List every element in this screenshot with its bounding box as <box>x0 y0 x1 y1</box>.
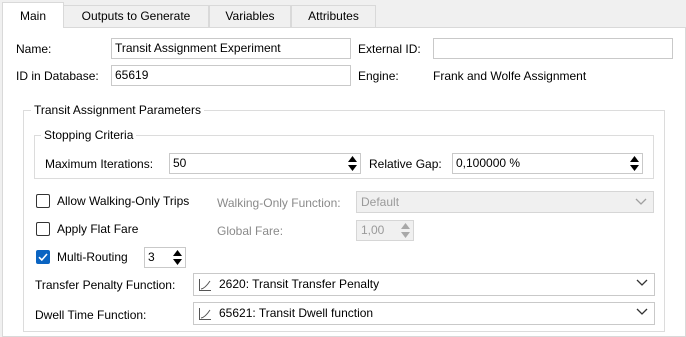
transfer-penalty-value: 2620: Transit Transfer Penalty <box>219 277 380 291</box>
tab-label: Variables <box>225 9 275 23</box>
external-id-field[interactable] <box>433 38 673 59</box>
dwell-time-label: Dwell Time Function: <box>35 308 147 322</box>
walking-only-checkbox[interactable] <box>36 194 50 208</box>
dwell-time-value: 65621: Transit Dwell function <box>219 306 374 320</box>
flat-fare-label: Apply Flat Fare <box>57 222 139 236</box>
tab-label: Outputs to Generate <box>81 9 191 23</box>
function-curve-icon <box>199 308 211 320</box>
name-label: Name: <box>16 42 52 56</box>
tab-outputs-to-generate[interactable]: Outputs to Generate <box>63 5 209 27</box>
transfer-penalty-label: Transfer Penalty Function: <box>35 278 176 292</box>
max-iterations-field[interactable]: 50 <box>169 153 361 174</box>
relative-gap-label: Relative Gap: <box>369 157 442 171</box>
max-iterations-spinner[interactable] <box>347 155 358 172</box>
chevron-down-icon <box>636 279 648 286</box>
chevron-down-icon <box>635 198 647 205</box>
engine-value: Frank and Wolfe Assignment <box>433 69 587 83</box>
walking-function-select[interactable]: Default <box>356 191 654 213</box>
walking-only-label: Allow Walking-Only Trips <box>57 194 190 208</box>
external-id-label: External ID: <box>358 42 421 56</box>
tab-bar: Outputs to Generate Variables Attributes… <box>0 0 686 28</box>
relative-gap-field[interactable]: 0,100000 % <box>452 153 643 174</box>
relative-gap-spinner[interactable] <box>629 155 640 172</box>
tab-main[interactable]: Main <box>2 2 64 28</box>
global-fare-label: Global Fare: <box>217 224 284 238</box>
walking-function-label: Walking-Only Function: <box>217 196 341 210</box>
tab-variables[interactable]: Variables <box>209 5 291 27</box>
dwell-time-select[interactable]: 65621: Transit Dwell function <box>193 302 655 325</box>
tab-label: Attributes <box>308 9 359 23</box>
transfer-penalty-select[interactable]: 2620: Transit Transfer Penalty <box>193 273 655 296</box>
global-fare-spinner[interactable] <box>400 222 411 239</box>
tab-label: Main <box>19 9 46 23</box>
name-field[interactable]: Transit Assignment Experiment <box>111 38 351 59</box>
tab-attributes[interactable]: Attributes <box>291 5 376 27</box>
engine-label: Engine: <box>358 69 399 83</box>
stopping-criteria-title: Stopping Criteria <box>41 127 137 143</box>
db-id-field: 65619 <box>111 65 351 86</box>
walking-function-value: Default <box>361 195 400 209</box>
function-curve-icon <box>199 279 211 291</box>
db-id-label: ID in Database: <box>16 69 99 83</box>
max-iterations-label: Maximum Iterations: <box>45 157 154 171</box>
transit-params-title: Transit Assignment Parameters <box>31 102 204 118</box>
multi-routing-label: Multi-Routing <box>57 250 128 264</box>
multi-routing-checkbox[interactable] <box>36 250 50 264</box>
multi-routing-spinner[interactable] <box>172 249 183 266</box>
chevron-down-icon <box>636 308 648 315</box>
flat-fare-checkbox[interactable] <box>36 222 50 236</box>
checkmark-icon <box>38 253 48 262</box>
